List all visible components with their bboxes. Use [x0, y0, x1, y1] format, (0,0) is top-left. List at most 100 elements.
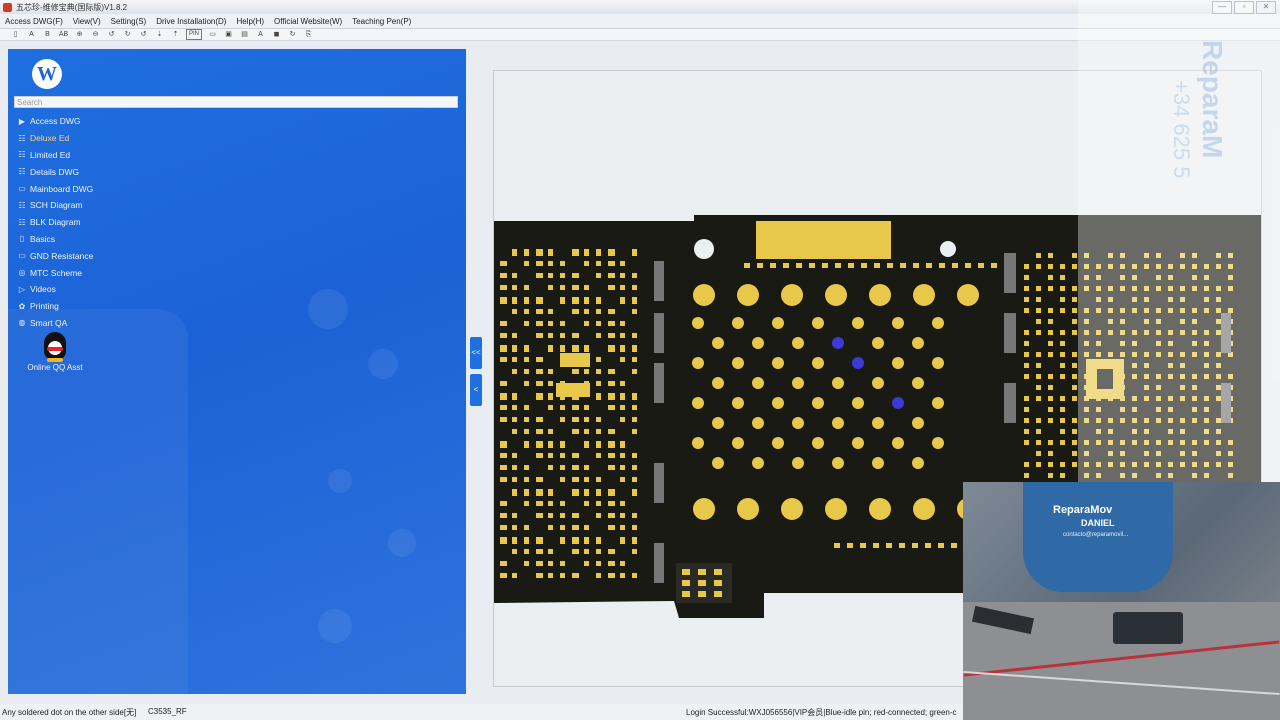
pcb-pad[interactable]: [584, 549, 589, 554]
pcb-pad[interactable]: [873, 543, 879, 548]
pcb-pad[interactable]: [620, 513, 625, 518]
pcb-pad[interactable]: [620, 357, 625, 362]
pcb-pad[interactable]: [952, 263, 958, 268]
pcb-pad[interactable]: [584, 297, 589, 304]
pcb-pad[interactable]: [548, 489, 553, 496]
pcb-pad[interactable]: [1072, 253, 1077, 258]
sidebar-item-access-dwg[interactable]: ▶ Access DWG: [16, 113, 93, 130]
toolbar-tool-6[interactable]: ↺: [106, 30, 117, 39]
pcb-pad[interactable]: [596, 333, 601, 338]
pcb-pad[interactable]: [500, 297, 507, 304]
pcb-pad[interactable]: [1024, 429, 1029, 434]
pcb-pad[interactable]: [560, 477, 565, 482]
toolbar-tool-14[interactable]: ▤: [239, 30, 250, 39]
pcb-pad[interactable]: [500, 405, 507, 410]
pcb-pin[interactable]: [912, 417, 924, 429]
sidebar-item-limited-ed[interactable]: ☷ Limited Ed: [16, 147, 93, 164]
pcb-pad[interactable]: [536, 309, 543, 314]
pcb-pin[interactable]: [792, 457, 804, 469]
pcb-pad[interactable]: [1024, 330, 1029, 335]
pcb-pad[interactable]: [1036, 253, 1041, 258]
pcb-pad[interactable]: [1072, 451, 1077, 456]
pcb-pad[interactable]: [584, 285, 589, 290]
pcb-pad[interactable]: [524, 309, 529, 314]
menu-official-website[interactable]: Official Website(W): [269, 17, 347, 26]
pcb-pad[interactable]: [572, 297, 579, 304]
pcb-pad[interactable]: [1024, 363, 1029, 368]
pcb-pin[interactable]: [732, 357, 744, 369]
pcb-pad[interactable]: [500, 261, 507, 266]
pcb-pad[interactable]: [548, 465, 553, 470]
pcb-pad[interactable]: [524, 465, 529, 470]
pcb-pin[interactable]: [912, 377, 924, 389]
pcb-pad[interactable]: [1060, 264, 1065, 269]
pcb-pad[interactable]: [783, 263, 789, 268]
pcb-pin[interactable]: [892, 317, 904, 329]
pcb-pad[interactable]: [500, 561, 507, 566]
pcb-pad[interactable]: [572, 537, 579, 544]
pcb-pad[interactable]: [536, 453, 543, 458]
pcb-pad[interactable]: [560, 417, 565, 422]
pcb-pad[interactable]: [512, 513, 517, 518]
pcb-pad[interactable]: [1024, 440, 1029, 445]
pcb-pad[interactable]: [548, 441, 553, 448]
pcb-pin[interactable]: [712, 457, 724, 469]
pcb-pad[interactable]: [620, 417, 625, 422]
pcb-pad[interactable]: [572, 453, 579, 458]
pcb-pin[interactable]: [957, 284, 979, 306]
pcb-pin[interactable]: [832, 377, 844, 389]
menu-setting[interactable]: Setting(S): [106, 17, 152, 26]
pcb-pad[interactable]: [572, 573, 579, 578]
pcb-pin[interactable]: [752, 457, 764, 469]
pcb-pad[interactable]: [632, 513, 637, 518]
pcb-pad[interactable]: [560, 501, 565, 506]
toolbar-tool-3[interactable]: AB: [58, 30, 69, 39]
pcb-pad[interactable]: [1072, 363, 1077, 368]
pcb-pad[interactable]: [654, 463, 664, 503]
pcb-pad[interactable]: [584, 345, 589, 352]
pcb-pad[interactable]: [1036, 264, 1041, 269]
pcb-pad[interactable]: [608, 273, 615, 278]
pcb-pin[interactable]: [872, 417, 884, 429]
pcb-pad[interactable]: [1036, 308, 1041, 313]
pcb-pin[interactable]: [732, 317, 744, 329]
pcb-pad[interactable]: [548, 393, 553, 400]
pcb-pad[interactable]: [978, 263, 984, 268]
pcb-pad[interactable]: [548, 285, 553, 290]
pcb-pad[interactable]: [809, 263, 815, 268]
pcb-pad[interactable]: [1036, 396, 1041, 401]
pcb-pin[interactable]: [892, 357, 904, 369]
pcb-pad[interactable]: [1048, 264, 1053, 269]
pcb-pad[interactable]: [548, 333, 553, 338]
pcb-pad[interactable]: [608, 501, 615, 506]
pcb-pad[interactable]: [524, 381, 529, 386]
pcb-pad[interactable]: [572, 309, 579, 314]
pcb-pad[interactable]: [632, 417, 637, 422]
pcb-pin[interactable]: [872, 457, 884, 469]
pcb-pad[interactable]: [548, 345, 553, 352]
toolbar-tool-9[interactable]: ⇣: [154, 30, 165, 39]
pcb-pad[interactable]: [524, 357, 529, 362]
pcb-pad[interactable]: [1048, 385, 1053, 390]
pcb-pad[interactable]: [991, 263, 997, 268]
pcb-pad[interactable]: [548, 273, 553, 278]
pcb-pad[interactable]: [632, 429, 637, 434]
pcb-pad[interactable]: [620, 537, 625, 544]
pcb-pad[interactable]: [500, 573, 507, 578]
pcb-pad[interactable]: [1048, 308, 1053, 313]
pcb-pin[interactable]: [752, 377, 764, 389]
pcb-pad[interactable]: [596, 297, 601, 304]
pcb-pad[interactable]: [608, 381, 615, 386]
toolbar-tool-5[interactable]: ⊖: [90, 30, 101, 39]
pcb-pad[interactable]: [512, 465, 517, 470]
pcb-pad[interactable]: [654, 543, 664, 583]
pcb-pad[interactable]: [632, 489, 637, 496]
pcb-pad[interactable]: [500, 381, 507, 386]
pcb-pad[interactable]: [524, 561, 529, 566]
pcb-pad[interactable]: [548, 429, 553, 434]
pcb-pad[interactable]: [512, 333, 517, 338]
pcb-pad[interactable]: [500, 453, 507, 458]
pcb-pad[interactable]: [1036, 352, 1041, 357]
pcb-pad[interactable]: [620, 345, 625, 352]
pcb-pad[interactable]: [548, 381, 553, 386]
